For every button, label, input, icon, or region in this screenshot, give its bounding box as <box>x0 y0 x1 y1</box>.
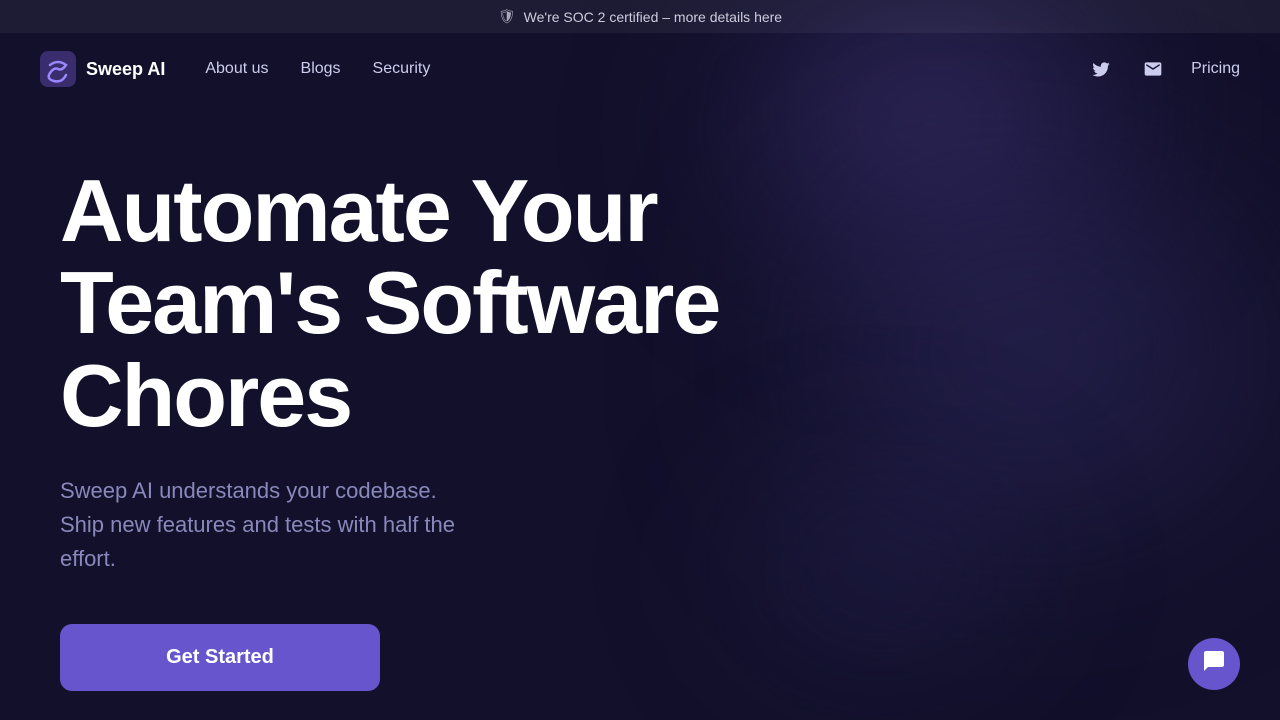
chat-bubble-button[interactable] <box>1188 638 1240 690</box>
twitter-icon <box>1091 59 1111 79</box>
navbar: Sweep AI About us Blogs Security Pricing <box>0 33 1280 105</box>
hero-subtitle: Sweep AI understands your codebase. Ship… <box>60 474 460 576</box>
nav-about-us[interactable]: About us <box>205 60 268 78</box>
hero-section: Automate Your Team's Software Chores Swe… <box>0 105 1280 691</box>
banner-text[interactable]: We're SOC 2 certified – more details her… <box>524 9 782 25</box>
get-started-button[interactable]: Get Started <box>60 624 380 691</box>
nav-links: About us Blogs Security <box>205 60 1087 78</box>
hero-title: Automate Your Team's Software Chores <box>60 165 810 442</box>
email-button[interactable] <box>1139 55 1167 83</box>
logo-icon <box>40 51 76 87</box>
nav-security[interactable]: Security <box>373 60 431 78</box>
twitter-button[interactable] <box>1087 55 1115 83</box>
nav-blogs[interactable]: Blogs <box>301 60 341 78</box>
soc2-banner: 🛡 We're SOC 2 certified – more details h… <box>0 0 1280 33</box>
shield-icon: 🛡 <box>498 8 516 25</box>
logo-text: Sweep AI <box>86 59 165 80</box>
logo[interactable]: Sweep AI <box>40 51 165 87</box>
nav-right: Pricing <box>1087 55 1240 83</box>
chat-icon <box>1202 649 1226 679</box>
mail-icon <box>1143 59 1163 79</box>
nav-pricing[interactable]: Pricing <box>1191 60 1240 78</box>
